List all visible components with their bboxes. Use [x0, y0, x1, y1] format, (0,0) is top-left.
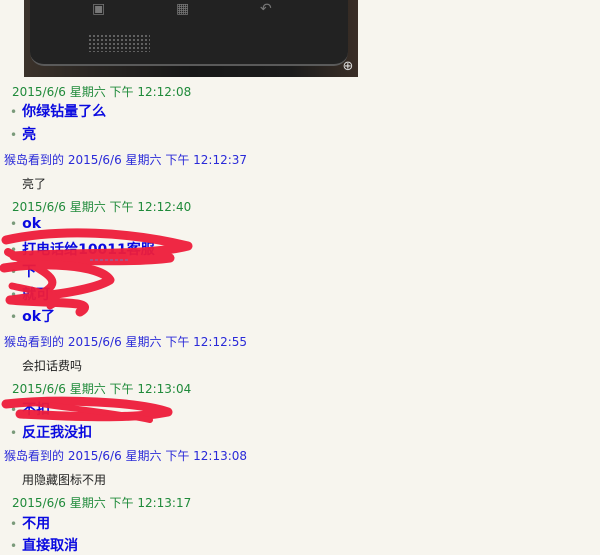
message-line: • 就可	[10, 287, 51, 303]
message-line: • 直接取消	[10, 538, 79, 554]
sender-header: 猴岛看到的 2015/6/6 星期六 下午 12:12:37	[4, 153, 248, 167]
bullet-icon: •	[10, 403, 18, 417]
message-line: • 亮	[10, 127, 37, 143]
bullet-icon: •	[10, 128, 18, 142]
phone-image: ▣ ▦ ↶	[30, 0, 348, 66]
sender-header: 猴岛看到的 2015/6/6 星期六 下午 12:12:55	[4, 335, 248, 349]
message-line: • 下	[10, 264, 37, 280]
bullet-icon: •	[10, 426, 18, 440]
phone-home-button-icon: ▦	[176, 1, 190, 17]
shared-photo[interactable]: ▣ ▦ ↶ ⊕	[24, 0, 358, 77]
message-timestamp: 2015/6/6 星期六 下午 12:12:40	[12, 200, 192, 214]
bullet-icon: •	[10, 310, 18, 324]
phone-menu-button-icon: ▣	[92, 1, 106, 17]
bullet-icon: •	[10, 217, 18, 231]
bullet-icon: •	[10, 265, 18, 279]
message-timestamp: 2015/6/6 星期六 下午 12:13:17	[12, 496, 192, 510]
message-line: • ok	[10, 216, 42, 232]
message-line: • 不用	[10, 516, 51, 532]
phone-speaker-grille	[88, 34, 150, 52]
message-timestamp: 2015/6/6 星期六 下午 12:13:04	[12, 382, 192, 396]
phone-back-button-icon: ↶	[260, 1, 272, 17]
message-line: • 打电话给10011客服	[10, 242, 155, 258]
message-text: 会扣话费吗	[22, 359, 83, 373]
plus-icon[interactable]: ⊕	[341, 60, 355, 74]
message-line: • 不扣	[10, 402, 51, 418]
message-line: • 反正我没扣	[10, 425, 93, 441]
message-text: 亮了	[22, 177, 47, 191]
message-text: 用隐藏图标不用	[22, 473, 107, 487]
sender-header: 猴岛看到的 2015/6/6 星期六 下午 12:13:08	[4, 449, 248, 463]
message-line: • ok了	[10, 309, 56, 325]
message-line: • 你绿钻量了么	[10, 104, 107, 120]
bullet-icon: •	[10, 288, 18, 302]
message-timestamp: 2015/6/6 星期六 下午 12:12:08	[12, 85, 192, 99]
bullet-icon: •	[10, 539, 18, 553]
bullet-icon: •	[10, 105, 18, 119]
bullet-icon: •	[10, 243, 18, 257]
bullet-icon: •	[10, 517, 18, 531]
